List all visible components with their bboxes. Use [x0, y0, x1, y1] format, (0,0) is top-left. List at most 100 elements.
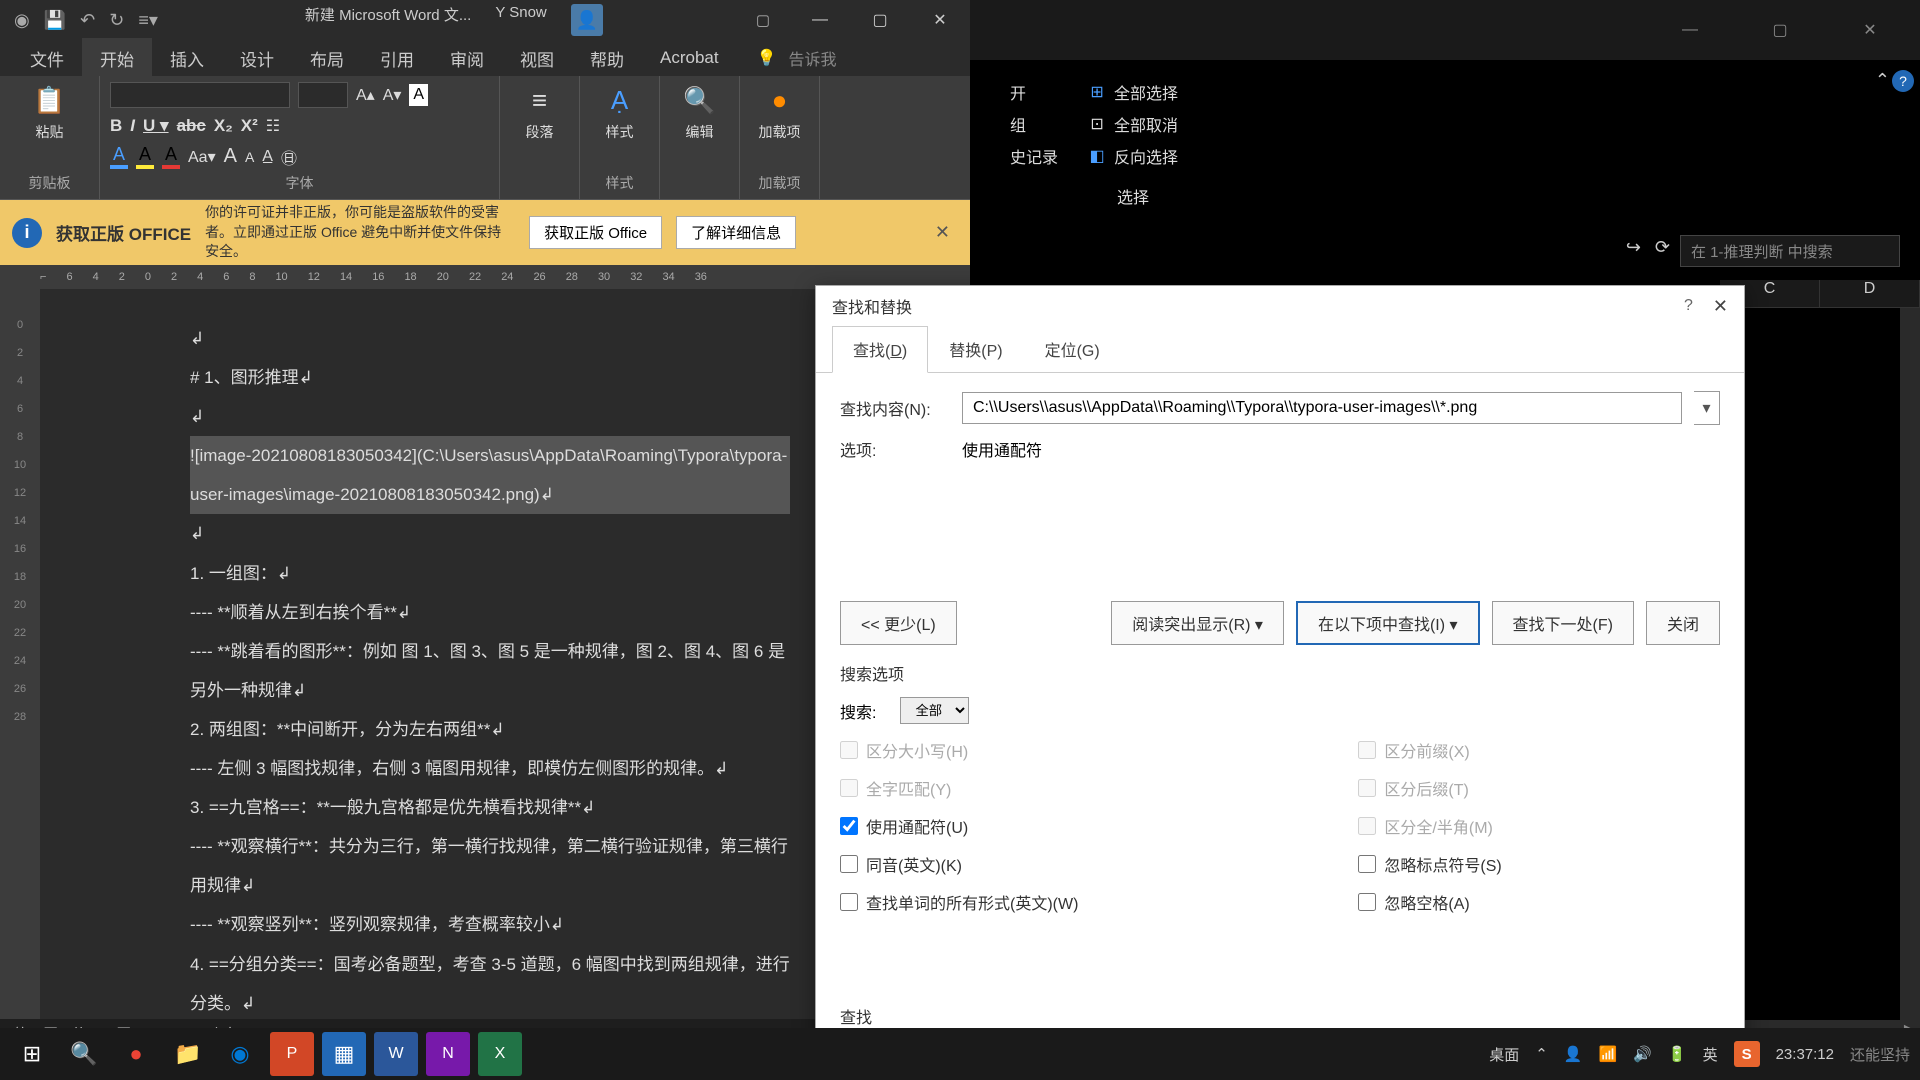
bg-invert-select[interactable]: ◧反向选择: [1088, 144, 1178, 168]
paste-button[interactable]: 📋 粘贴: [10, 82, 89, 142]
bold-button[interactable]: B: [110, 116, 122, 136]
undo-icon[interactable]: ↶: [80, 10, 95, 31]
bg-item-group[interactable]: 组: [1010, 112, 1058, 136]
shrink-font-icon[interactable]: A▾: [383, 85, 402, 105]
find-in-button[interactable]: 在以下项中查找(I) ▾: [1296, 601, 1480, 645]
onenote-icon[interactable]: N: [426, 1032, 470, 1076]
chk-sounds-like[interactable]: 同音(英文)(K): [840, 852, 1078, 876]
bg-item-open[interactable]: 开: [1010, 80, 1058, 104]
bg-cancel-all[interactable]: ⊡全部取消: [1088, 112, 1178, 136]
people-icon[interactable]: 👤: [1564, 1045, 1583, 1063]
battery-icon[interactable]: 🔋: [1668, 1045, 1687, 1063]
find-next-button[interactable]: 查找下一处(F): [1492, 601, 1634, 645]
font-size-select[interactable]: [298, 82, 348, 108]
excel-icon[interactable]: X: [478, 1032, 522, 1076]
bg-grid[interactable]: [1720, 308, 1920, 1020]
tab-help[interactable]: 帮助: [572, 38, 642, 79]
tab-home[interactable]: 开始: [82, 38, 152, 79]
italic-button[interactable]: I: [130, 116, 135, 136]
chk-ignore-space[interactable]: 忽略空格(A): [1358, 890, 1501, 914]
phonetic-icon[interactable]: ☷: [266, 116, 280, 136]
maximize-button[interactable]: ▢: [850, 0, 910, 40]
desktop-label[interactable]: 桌面: [1489, 1044, 1519, 1065]
close-button[interactable]: ✕: [910, 0, 970, 40]
start-button[interactable]: ⊞: [10, 1032, 54, 1076]
clock[interactable]: 23:37:12: [1776, 1046, 1834, 1063]
find-history-dropdown[interactable]: ▾: [1694, 391, 1720, 425]
bg-maximize-button[interactable]: ▢: [1750, 10, 1810, 50]
column-d[interactable]: D: [1820, 280, 1920, 307]
explorer-icon[interactable]: 📁: [166, 1032, 210, 1076]
paragraph-button[interactable]: ≡ 段落: [510, 82, 569, 142]
bg-select-all[interactable]: ⊞全部选择: [1088, 80, 1178, 104]
dialog-close-button[interactable]: ✕: [1713, 296, 1728, 317]
dialog-tab-goto[interactable]: 定位(G): [1024, 326, 1121, 372]
reading-highlight-button[interactable]: 阅读突出显示(R) ▾: [1111, 601, 1284, 645]
autosave-icon[interactable]: ◉: [14, 10, 30, 31]
refresh-left-icon[interactable]: ↪: [1626, 237, 1641, 258]
highlight-button[interactable]: A: [136, 144, 154, 169]
underline-button[interactable]: U ▾: [143, 116, 169, 136]
app-icon[interactable]: ▦: [322, 1032, 366, 1076]
search-button[interactable]: 🔍: [62, 1032, 106, 1076]
tab-layout[interactable]: 布局: [292, 38, 362, 79]
strike-button[interactable]: abc: [177, 116, 206, 136]
small-a-button[interactable]: A: [245, 149, 254, 165]
tab-review[interactable]: 审阅: [432, 38, 502, 79]
notice-close-button[interactable]: ✕: [935, 222, 950, 243]
char-scale-button[interactable]: Aa▾: [188, 147, 216, 167]
enclose-button[interactable]: ㊐: [281, 145, 297, 169]
tellme-input[interactable]: 告诉我: [789, 46, 837, 70]
chk-ignore-punct[interactable]: 忽略标点符号(S): [1358, 852, 1501, 876]
wifi-icon[interactable]: 📶: [1599, 1045, 1618, 1063]
get-office-button[interactable]: 获取正版 Office: [529, 216, 662, 249]
help-icon[interactable]: ?: [1892, 70, 1914, 92]
find-input[interactable]: [962, 392, 1682, 424]
dialog-tab-find[interactable]: 查找(D): [832, 326, 928, 373]
chk-word-forms[interactable]: 查找单词的所有形式(英文)(W): [840, 890, 1078, 914]
bg-close-button[interactable]: ✕: [1840, 10, 1900, 50]
refresh-icon[interactable]: ⟳: [1655, 237, 1670, 258]
tab-references[interactable]: 引用: [362, 38, 432, 79]
big-a-button[interactable]: A: [224, 145, 237, 168]
edge-icon[interactable]: ◉: [218, 1032, 262, 1076]
bg-vertical-scrollbar[interactable]: [1900, 308, 1920, 1020]
dialog-help-button[interactable]: ?: [1684, 297, 1693, 315]
learn-more-button[interactable]: 了解详细信息: [676, 216, 796, 249]
bg-item-history[interactable]: 史记录: [1010, 144, 1058, 168]
tray-overflow-icon[interactable]: ⌃: [1535, 1045, 1548, 1063]
bg-search-input[interactable]: 在 1-推理判断 中搜索: [1680, 235, 1900, 267]
chk-wildcards[interactable]: 使用通配符(U): [840, 814, 1078, 838]
subscript-button[interactable]: X₂: [214, 116, 233, 136]
ime-icon[interactable]: S: [1734, 1041, 1760, 1067]
bg-minimize-button[interactable]: —: [1660, 10, 1720, 50]
vertical-ruler[interactable]: 0246810121416182022242628: [0, 289, 40, 1019]
chrome-icon[interactable]: ●: [114, 1032, 158, 1076]
close-dialog-button[interactable]: 关闭: [1646, 601, 1720, 645]
font-family-select[interactable]: [110, 82, 290, 108]
less-button[interactable]: << 更少(L): [840, 601, 957, 645]
tab-insert[interactable]: 插入: [152, 38, 222, 79]
powerpoint-icon[interactable]: P: [270, 1032, 314, 1076]
addin-button[interactable]: ● 加载项: [750, 82, 809, 142]
ime-lang[interactable]: 英: [1703, 1044, 1718, 1065]
dialog-tab-replace[interactable]: 替换(P): [928, 326, 1023, 372]
tab-view[interactable]: 视图: [502, 38, 572, 79]
font-color-button[interactable]: A: [162, 144, 180, 169]
styles-button[interactable]: Ạ 样式: [590, 82, 649, 142]
search-direction-select[interactable]: 全部: [900, 697, 969, 724]
tab-design[interactable]: 设计: [222, 38, 292, 79]
save-icon[interactable]: 💾: [44, 10, 66, 31]
word-icon[interactable]: W: [374, 1032, 418, 1076]
superscript-button[interactable]: X²: [241, 116, 258, 136]
char-border-button[interactable]: A̲: [262, 148, 273, 166]
minimize-button[interactable]: —: [790, 0, 850, 40]
ribbon-options-icon[interactable]: ▢: [756, 11, 770, 29]
text-effect-button[interactable]: A: [110, 144, 128, 169]
tab-acrobat[interactable]: Acrobat: [642, 40, 737, 76]
edit-button[interactable]: 🔍 编辑: [670, 82, 729, 142]
redo-icon[interactable]: ↻: [109, 10, 124, 31]
tab-file[interactable]: 文件: [12, 38, 82, 79]
volume-icon[interactable]: 🔊: [1633, 1045, 1652, 1063]
qat-more-icon[interactable]: ≡▾: [138, 10, 158, 31]
